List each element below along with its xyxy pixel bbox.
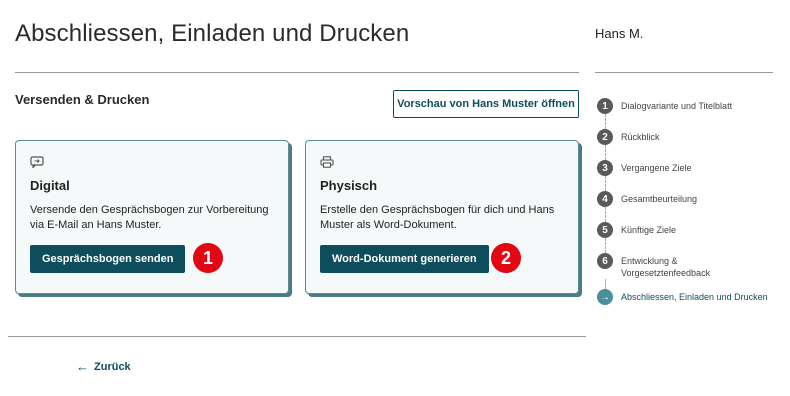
- annotation-badge-1: 1: [193, 243, 223, 273]
- arrow-left-icon: ←: [76, 359, 89, 374]
- step-label: Vergangene Ziele: [621, 163, 692, 173]
- step-label: Abschliessen, Einladen und Drucken: [621, 292, 768, 302]
- step-number: 4: [597, 191, 613, 207]
- step-label: Rückblick: [621, 132, 660, 142]
- step-label: Entwicklung & Vorgesetztenfeedback: [621, 256, 711, 278]
- user-name[interactable]: Hans M.: [595, 26, 643, 41]
- sidebar-divider: [595, 72, 773, 73]
- step-number: 1: [597, 98, 613, 114]
- step-number: 3: [597, 160, 613, 176]
- step-item[interactable]: 3 Vergangene Ziele: [597, 160, 787, 176]
- step-label: Künftige Ziele: [621, 225, 677, 235]
- footer-divider: [8, 336, 586, 337]
- step-item[interactable]: 5 Künftige Ziele: [597, 222, 787, 238]
- chat-icon: [30, 155, 44, 169]
- step-label: Gesamtbeurteilung: [621, 194, 698, 204]
- step-item-current[interactable]: → Abschliessen, Einladen und Drucken: [597, 289, 787, 305]
- back-link[interactable]: ← Zurück: [76, 359, 131, 374]
- annotation-badge-2: 2: [491, 243, 521, 273]
- step-connector: [604, 176, 606, 191]
- progress-steps: 1 Dialogvariante und Titelblatt 2 Rückbl…: [597, 98, 787, 305]
- section-title: Versenden & Drucken: [15, 92, 150, 107]
- card-title: Physisch: [320, 178, 378, 193]
- page-title: Abschliessen, Einladen und Drucken: [15, 20, 410, 47]
- preview-button[interactable]: Vorschau von Hans Muster öffnen: [393, 90, 579, 118]
- back-label: Zurück: [94, 360, 131, 373]
- card-description: Erstelle den Gesprächsbogen für dich und…: [320, 204, 555, 231]
- step-number: 5: [597, 222, 613, 238]
- step-connector: [604, 145, 606, 160]
- header-divider: [15, 72, 579, 73]
- step-connector: [604, 279, 606, 289]
- generate-word-button[interactable]: Word-Dokument generieren: [320, 245, 489, 273]
- step-number: 2: [597, 129, 613, 145]
- step-connector: [604, 114, 606, 129]
- printer-icon: [320, 155, 334, 168]
- step-item[interactable]: 4 Gesamtbeurteilung: [597, 191, 787, 207]
- send-form-button[interactable]: Gesprächsbogen senden: [30, 245, 186, 273]
- card-description: Versende den Gesprächsbogen zur Vorberei…: [30, 204, 269, 231]
- step-label: Dialogvariante und Titelblatt: [621, 101, 733, 111]
- physical-card: Physisch Erstelle den Gesprächsbogen für…: [305, 140, 579, 294]
- step-number: 6: [597, 253, 613, 269]
- step-connector: [604, 207, 606, 222]
- step-item[interactable]: 1 Dialogvariante und Titelblatt: [597, 98, 787, 114]
- step-connector: [604, 238, 606, 253]
- step-item[interactable]: 6 Entwicklung & Vorgesetztenfeedback: [597, 253, 787, 279]
- card-title: Digital: [30, 178, 70, 193]
- arrow-right-icon: →: [597, 289, 613, 305]
- step-item[interactable]: 2 Rückblick: [597, 129, 787, 145]
- digital-card: Digital Versende den Gesprächsbogen zur …: [15, 140, 289, 294]
